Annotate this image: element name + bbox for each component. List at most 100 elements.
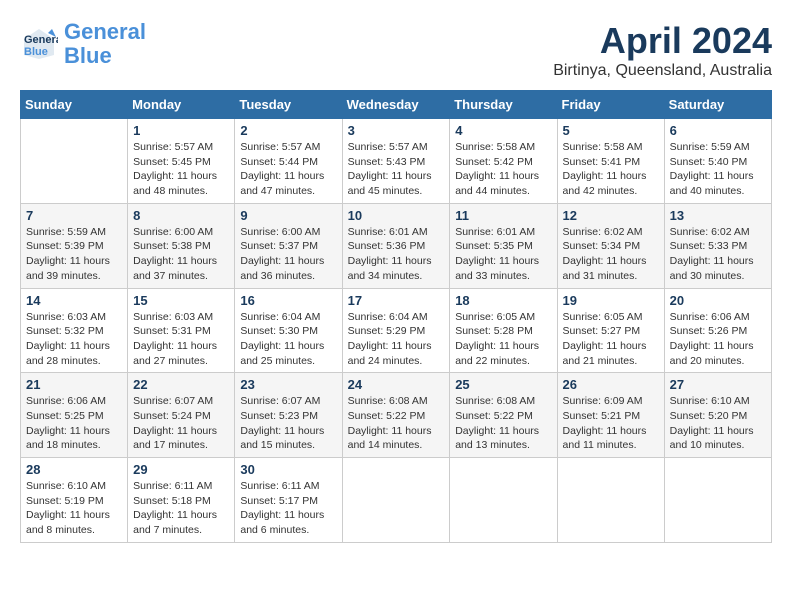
day-details: Sunrise: 6:11 AM Sunset: 5:17 PM Dayligh… <box>240 479 336 538</box>
day-number: 5 <box>563 123 659 138</box>
calendar-cell: 16 Sunrise: 6:04 AM Sunset: 5:30 PM Dayli… <box>235 288 342 373</box>
calendar-cell <box>664 458 771 543</box>
day-details: Sunrise: 6:11 AM Sunset: 5:18 PM Dayligh… <box>133 479 229 538</box>
calendar-cell: 22Sunrise: 6:07 AM Sunset: 5:24 PM Dayli… <box>128 373 235 458</box>
weekday-header-monday: Monday <box>128 91 235 119</box>
day-number: 15 <box>133 293 229 308</box>
day-number: 19 <box>563 293 659 308</box>
weekday-header-saturday: Saturday <box>664 91 771 119</box>
day-number: 6 <box>670 123 766 138</box>
day-number: 25 <box>455 377 551 392</box>
calendar-cell: 12 Sunrise: 6:02 AM Sunset: 5:34 PM Dayli… <box>557 203 664 288</box>
calendar-cell: 3 Sunrise: 5:57 AM Sunset: 5:43 PM Daylig… <box>342 119 450 204</box>
weekday-header-friday: Friday <box>557 91 664 119</box>
day-number: 1 <box>133 123 229 138</box>
calendar-cell: 5 Sunrise: 5:58 AM Sunset: 5:41 PM Daylig… <box>557 119 664 204</box>
logo-general: General <box>64 19 146 44</box>
calendar-cell: 27Sunrise: 6:10 AM Sunset: 5:20 PM Dayli… <box>664 373 771 458</box>
calendar-cell: 11 Sunrise: 6:01 AM Sunset: 5:35 PM Dayli… <box>450 203 557 288</box>
logo-icon: General Blue <box>20 25 58 63</box>
day-details: Sunrise: 6:10 AM Sunset: 5:19 PM Dayligh… <box>26 479 122 538</box>
day-number: 17 <box>348 293 445 308</box>
day-number: 26 <box>563 377 659 392</box>
day-details: Sunrise: 5:58 AM Sunset: 5:42 PM Dayligh… <box>455 140 551 199</box>
day-number: 4 <box>455 123 551 138</box>
day-details: Sunrise: 6:06 AM Sunset: 5:26 PM Dayligh… <box>670 310 766 369</box>
calendar-cell: 8Sunrise: 6:00 AM Sunset: 5:38 PM Daylig… <box>128 203 235 288</box>
day-number: 10 <box>348 208 445 223</box>
day-details: Sunrise: 6:02 AM Sunset: 5:33 PM Dayligh… <box>670 225 766 284</box>
logo-blue: Blue <box>64 43 112 68</box>
day-number: 13 <box>670 208 766 223</box>
month-title: April 2024 <box>553 20 772 62</box>
svg-text:Blue: Blue <box>24 46 48 58</box>
day-details: Sunrise: 6:05 AM Sunset: 5:27 PM Dayligh… <box>563 310 659 369</box>
day-number: 16 <box>240 293 336 308</box>
day-number: 12 <box>563 208 659 223</box>
svg-text:General: General <box>24 34 58 46</box>
title-area: April 2024 Birtinya, Queensland, Austral… <box>553 20 772 80</box>
day-details: Sunrise: 6:07 AM Sunset: 5:23 PM Dayligh… <box>240 394 336 453</box>
day-details: Sunrise: 6:08 AM Sunset: 5:22 PM Dayligh… <box>455 394 551 453</box>
day-details: Sunrise: 6:01 AM Sunset: 5:35 PM Dayligh… <box>455 225 551 284</box>
calendar-cell <box>450 458 557 543</box>
calendar-cell: 20Sunrise: 6:06 AM Sunset: 5:26 PM Dayli… <box>664 288 771 373</box>
day-number: 14 <box>26 293 122 308</box>
week-row-3: 14 Sunrise: 6:03 AM Sunset: 5:32 PM Dayli… <box>21 288 772 373</box>
day-details: Sunrise: 6:00 AM Sunset: 5:38 PM Dayligh… <box>133 225 229 284</box>
week-row-2: 7Sunrise: 5:59 AM Sunset: 5:39 PM Daylig… <box>21 203 772 288</box>
calendar-cell: 25 Sunrise: 6:08 AM Sunset: 5:22 PM Dayli… <box>450 373 557 458</box>
day-details: Sunrise: 6:08 AM Sunset: 5:22 PM Dayligh… <box>348 394 445 453</box>
day-number: 18 <box>455 293 551 308</box>
calendar-cell: 15 Sunrise: 6:03 AM Sunset: 5:31 PM Dayli… <box>128 288 235 373</box>
weekday-header-sunday: Sunday <box>21 91 128 119</box>
calendar-cell <box>342 458 450 543</box>
day-number: 28 <box>26 462 122 477</box>
day-details: Sunrise: 6:05 AM Sunset: 5:28 PM Dayligh… <box>455 310 551 369</box>
weekday-header-tuesday: Tuesday <box>235 91 342 119</box>
calendar-cell: 30 Sunrise: 6:11 AM Sunset: 5:17 PM Dayli… <box>235 458 342 543</box>
day-details: Sunrise: 6:04 AM Sunset: 5:29 PM Dayligh… <box>348 310 445 369</box>
weekday-header-row: SundayMondayTuesdayWednesdayThursdayFrid… <box>21 91 772 119</box>
day-details: Sunrise: 6:09 AM Sunset: 5:21 PM Dayligh… <box>563 394 659 453</box>
calendar-cell <box>557 458 664 543</box>
weekday-header-wednesday: Wednesday <box>342 91 450 119</box>
calendar-cell: 17 Sunrise: 6:04 AM Sunset: 5:29 PM Dayli… <box>342 288 450 373</box>
day-number: 2 <box>240 123 336 138</box>
calendar-cell: 4 Sunrise: 5:58 AM Sunset: 5:42 PM Daylig… <box>450 119 557 204</box>
day-number: 24 <box>348 377 445 392</box>
day-number: 11 <box>455 208 551 223</box>
calendar-cell: 23 Sunrise: 6:07 AM Sunset: 5:23 PM Dayli… <box>235 373 342 458</box>
day-details: Sunrise: 5:58 AM Sunset: 5:41 PM Dayligh… <box>563 140 659 199</box>
logo: General Blue General Blue <box>20 20 146 68</box>
day-number: 3 <box>348 123 445 138</box>
week-row-4: 21Sunrise: 6:06 AM Sunset: 5:25 PM Dayli… <box>21 373 772 458</box>
day-details: Sunrise: 6:07 AM Sunset: 5:24 PM Dayligh… <box>133 394 229 453</box>
calendar-cell: 21Sunrise: 6:06 AM Sunset: 5:25 PM Dayli… <box>21 373 128 458</box>
day-details: Sunrise: 6:03 AM Sunset: 5:32 PM Dayligh… <box>26 310 122 369</box>
day-details: Sunrise: 5:59 AM Sunset: 5:39 PM Dayligh… <box>26 225 122 284</box>
day-details: Sunrise: 6:06 AM Sunset: 5:25 PM Dayligh… <box>26 394 122 453</box>
day-details: Sunrise: 6:03 AM Sunset: 5:31 PM Dayligh… <box>133 310 229 369</box>
calendar-cell: 28 Sunrise: 6:10 AM Sunset: 5:19 PM Dayli… <box>21 458 128 543</box>
day-details: Sunrise: 5:59 AM Sunset: 5:40 PM Dayligh… <box>670 140 766 199</box>
calendar-cell: 6 Sunrise: 5:59 AM Sunset: 5:40 PM Daylig… <box>664 119 771 204</box>
calendar-cell: 29Sunrise: 6:11 AM Sunset: 5:18 PM Dayli… <box>128 458 235 543</box>
day-details: Sunrise: 6:04 AM Sunset: 5:30 PM Dayligh… <box>240 310 336 369</box>
day-details: Sunrise: 5:57 AM Sunset: 5:43 PM Dayligh… <box>348 140 445 199</box>
day-number: 9 <box>240 208 336 223</box>
calendar-cell: 2 Sunrise: 5:57 AM Sunset: 5:44 PM Daylig… <box>235 119 342 204</box>
location-title: Birtinya, Queensland, Australia <box>553 62 772 80</box>
calendar-cell: 13 Sunrise: 6:02 AM Sunset: 5:33 PM Dayli… <box>664 203 771 288</box>
day-number: 30 <box>240 462 336 477</box>
weekday-header-thursday: Thursday <box>450 91 557 119</box>
calendar-cell: 24 Sunrise: 6:08 AM Sunset: 5:22 PM Dayli… <box>342 373 450 458</box>
calendar-cell: 1Sunrise: 5:57 AM Sunset: 5:45 PM Daylig… <box>128 119 235 204</box>
calendar-cell: 14 Sunrise: 6:03 AM Sunset: 5:32 PM Dayli… <box>21 288 128 373</box>
calendar-cell: 26 Sunrise: 6:09 AM Sunset: 5:21 PM Dayli… <box>557 373 664 458</box>
week-row-1: 1Sunrise: 5:57 AM Sunset: 5:45 PM Daylig… <box>21 119 772 204</box>
calendar-cell: 18 Sunrise: 6:05 AM Sunset: 5:28 PM Dayli… <box>450 288 557 373</box>
day-details: Sunrise: 5:57 AM Sunset: 5:44 PM Dayligh… <box>240 140 336 199</box>
day-details: Sunrise: 6:02 AM Sunset: 5:34 PM Dayligh… <box>563 225 659 284</box>
day-number: 23 <box>240 377 336 392</box>
